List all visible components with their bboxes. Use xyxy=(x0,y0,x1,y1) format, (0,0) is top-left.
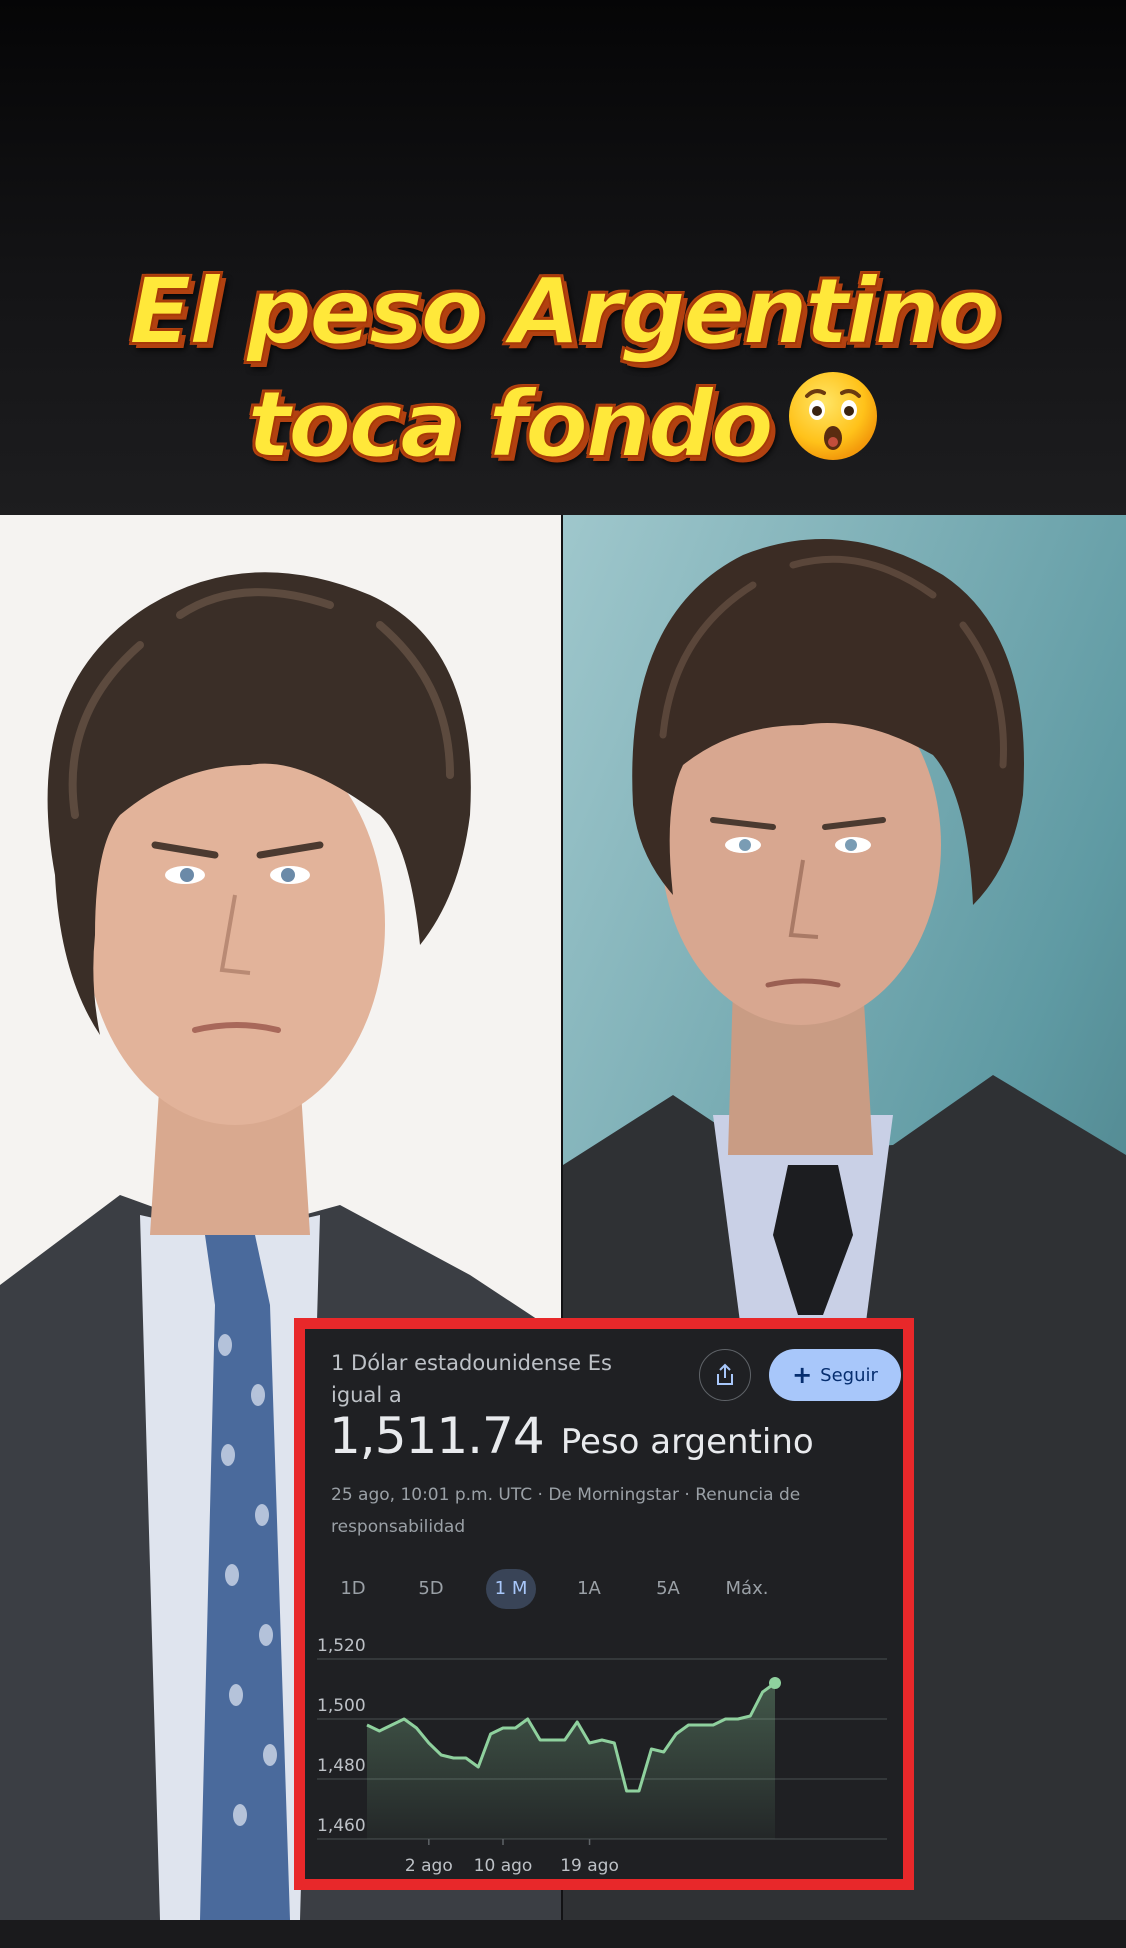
share-icon xyxy=(717,1363,733,1385)
follow-button[interactable]: + Seguir xyxy=(769,1349,901,1401)
astonished-face-emoji-icon xyxy=(787,370,879,484)
rate-row: 1,511.74 Peso argentino xyxy=(329,1407,814,1465)
latest-point-marker xyxy=(769,1677,781,1689)
exchange-rate-chart: 1,520 1,500 1,480 1,460 2 ago 10 ago 19 ago xyxy=(317,1636,887,1876)
range-tabs: 1D 5D 1 M 1A 5A Máx. xyxy=(323,1569,893,1611)
tab-1-m[interactable]: 1 M xyxy=(486,1569,536,1609)
headline-line-1: El peso Argentino xyxy=(128,257,1001,366)
x-tick-label: 10 ago xyxy=(474,1856,533,1876)
tab-1a[interactable]: 1A xyxy=(564,1569,614,1609)
plus-icon: + xyxy=(792,1361,813,1389)
y-tick-label: 1,480 xyxy=(317,1756,366,1776)
y-tick-label: 1,500 xyxy=(317,1696,366,1716)
follow-label: Seguir xyxy=(820,1364,878,1386)
rate-value: 1,511.74 xyxy=(329,1407,545,1465)
headline-line-2: toca fondo xyxy=(0,370,1126,484)
x-tick-label: 19 ago xyxy=(560,1856,619,1876)
headline-line-2-text: toca fondo xyxy=(246,370,775,479)
headline-band: El peso Argentino toca fondo xyxy=(0,0,1126,515)
bottom-bar xyxy=(0,1920,1126,1948)
tab-1d[interactable]: 1D xyxy=(328,1569,378,1609)
rate-meta: 25 ago, 10:01 p.m. UTC · De Morningstar … xyxy=(331,1485,801,1537)
y-tick-label: 1,520 xyxy=(317,1636,366,1656)
share-button[interactable] xyxy=(699,1349,751,1401)
rate-currency: Peso argentino xyxy=(560,1422,814,1462)
tab-5d[interactable]: 5D xyxy=(406,1569,456,1609)
x-tick-label: 2 ago xyxy=(405,1856,453,1876)
finance-card: 1 Dólar estadounidense Es igual a + Segu… xyxy=(294,1318,914,1890)
series-area xyxy=(367,1683,775,1839)
screenshot-page: El peso Argentino toca fondo 1 Dólar est… xyxy=(0,0,1126,1948)
tab-m-x[interactable]: Máx. xyxy=(719,1569,775,1609)
card-title: 1 Dólar estadounidense Es igual a xyxy=(331,1351,612,1407)
y-tick-label: 1,460 xyxy=(317,1816,366,1836)
tab-5a[interactable]: 5A xyxy=(643,1569,693,1609)
